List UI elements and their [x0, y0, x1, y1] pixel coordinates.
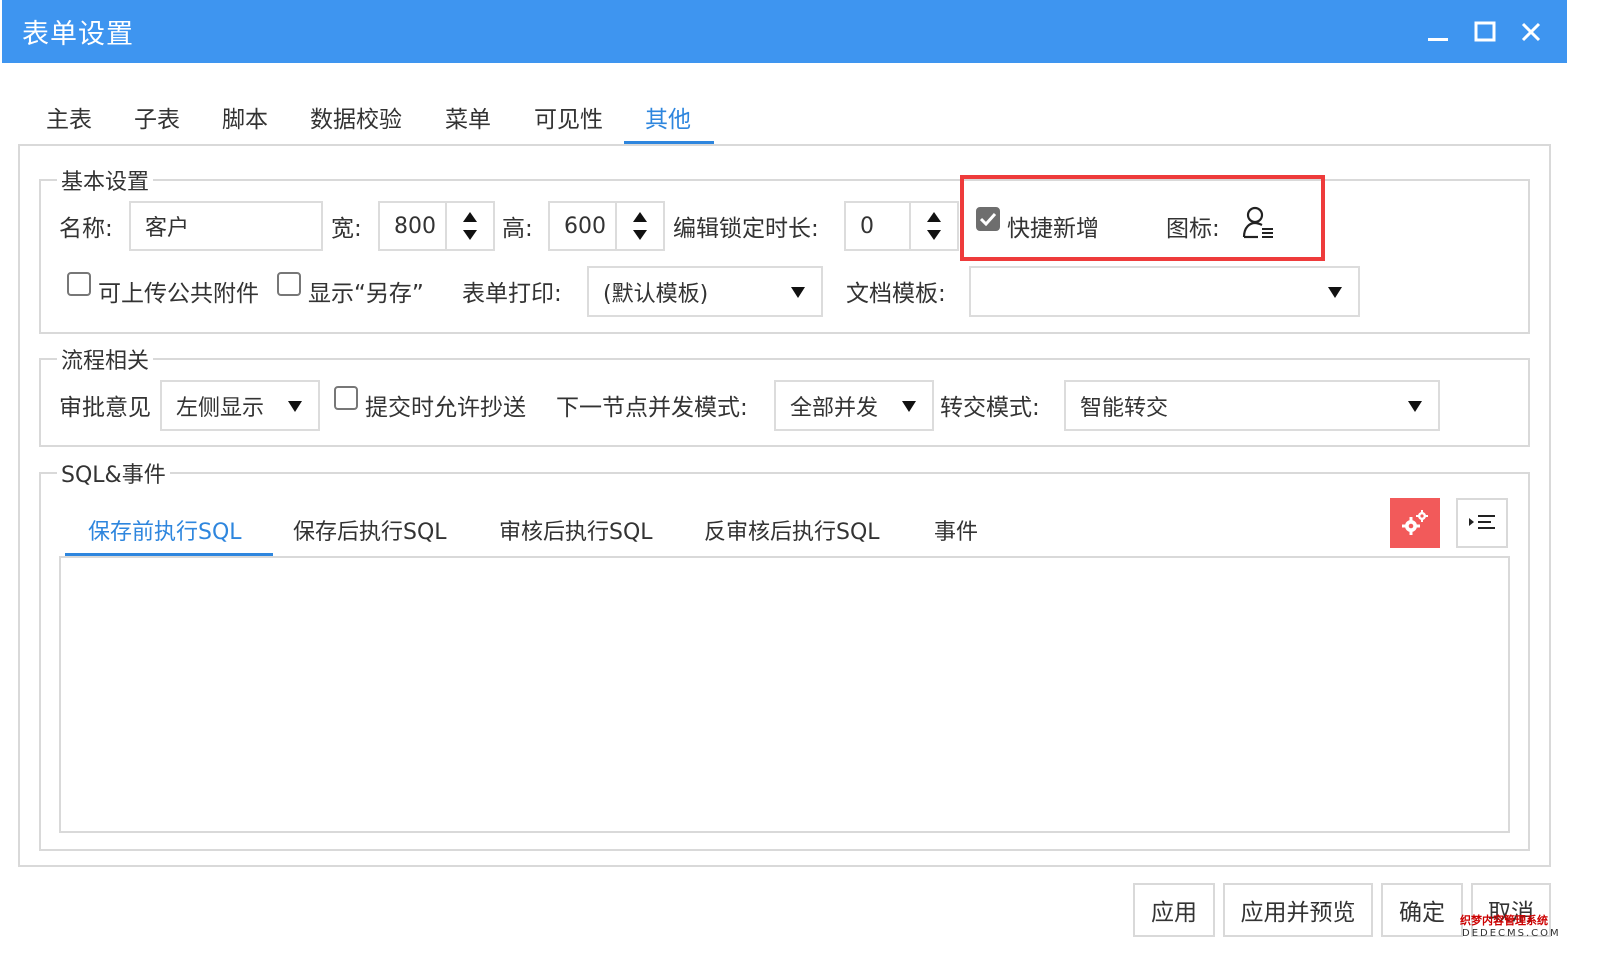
name-value: 客户: [145, 216, 190, 241]
settings-gears-button[interactable]: [1390, 498, 1440, 548]
width-label: 宽:: [331, 216, 362, 242]
lock-duration-label: 编辑锁定时长:: [673, 216, 819, 242]
minimize-icon[interactable]: [1420, 14, 1456, 50]
width-value: 800: [394, 213, 436, 239]
spin-down-icon[interactable]: [463, 230, 477, 240]
form-print-select[interactable]: (默认模板): [587, 266, 823, 317]
name-label: 名称:: [59, 216, 113, 242]
show-saveas-label: 显示“另存”: [308, 281, 424, 307]
window-title: 表单设置: [22, 19, 134, 50]
tab-after-audit-sql[interactable]: 审核后执行SQL: [499, 514, 653, 546]
quick-add-checkbox[interactable]: [976, 207, 1000, 231]
indent-list-icon: [1469, 515, 1495, 529]
spin-down-icon[interactable]: [633, 230, 647, 240]
show-saveas-checkbox[interactable]: [277, 272, 301, 296]
basic-settings-legend: 基本设置: [61, 170, 150, 195]
dropdown-arrow-icon: [791, 286, 805, 298]
lock-spin-arrows[interactable]: [909, 203, 957, 249]
tab-after-unaudit-sql[interactable]: 反审核后执行SQL: [704, 514, 880, 546]
title-bar: [2, 0, 1567, 63]
form-print-value: (默认模板): [603, 281, 709, 307]
doc-template-label: 文档模板:: [846, 281, 946, 307]
form-print-label: 表单打印:: [462, 281, 562, 307]
tab-script[interactable]: 脚本: [222, 100, 268, 134]
apply-button[interactable]: 应用: [1133, 883, 1215, 937]
tab-main-table[interactable]: 主表: [46, 100, 92, 134]
height-spinner[interactable]: 600: [548, 201, 665, 251]
tab-other[interactable]: 其他: [645, 100, 691, 134]
format-button[interactable]: [1456, 498, 1508, 548]
next-node-mode-select[interactable]: 全部并发: [774, 380, 934, 431]
next-node-mode-label: 下一节点并发模式:: [556, 395, 748, 421]
sql-events-legend: SQL&事件: [61, 463, 166, 488]
tab-events[interactable]: 事件: [934, 514, 978, 546]
next-node-mode-value: 全部并发: [790, 395, 879, 421]
height-spin-arrows[interactable]: [615, 203, 663, 249]
tab-menu[interactable]: 菜单: [445, 100, 491, 134]
width-spin-arrows[interactable]: [445, 203, 493, 249]
allow-cc-checkbox[interactable]: [334, 386, 358, 410]
transfer-mode-value: 智能转交: [1080, 395, 1169, 421]
dropdown-arrow-icon: [288, 400, 302, 412]
spin-up-icon[interactable]: [463, 212, 477, 222]
doc-template-select[interactable]: [969, 266, 1360, 317]
apply-preview-button[interactable]: 应用并预览: [1223, 883, 1373, 937]
upload-attachment-label: 可上传公共附件: [98, 281, 259, 307]
icon-label: 图标:: [1166, 216, 1220, 242]
dropdown-arrow-icon: [1408, 400, 1422, 412]
tab-after-save-sql[interactable]: 保存后执行SQL: [293, 514, 447, 546]
sql-editor[interactable]: [59, 556, 1510, 833]
tab-before-save-sql[interactable]: 保存前执行SQL: [88, 514, 242, 546]
height-value: 600: [564, 213, 606, 239]
spin-up-icon[interactable]: [633, 212, 647, 222]
check-icon: [980, 212, 996, 226]
approval-opinion-value: 左侧显示: [176, 395, 265, 421]
ok-button[interactable]: 确定: [1381, 883, 1463, 937]
lock-duration-value: 0: [860, 213, 874, 239]
approval-opinion-select[interactable]: 左侧显示: [160, 380, 320, 431]
maximize-icon[interactable]: [1467, 14, 1503, 50]
name-input[interactable]: 客户: [129, 201, 323, 251]
gears-icon: [1402, 510, 1428, 535]
watermark-url: DEDECMS.COM: [1462, 928, 1561, 939]
tab-sub-table[interactable]: 子表: [134, 100, 180, 134]
transfer-mode-select[interactable]: 智能转交: [1064, 380, 1440, 431]
width-spinner[interactable]: 800: [378, 201, 495, 251]
watermark-text: 织梦内容管理系统: [1460, 914, 1548, 927]
allow-cc-label: 提交时允许抄送: [365, 395, 526, 421]
height-label: 高:: [502, 216, 533, 242]
dropdown-arrow-icon: [902, 400, 916, 412]
tab-data-validation[interactable]: 数据校验: [310, 100, 402, 134]
spin-up-icon[interactable]: [927, 212, 941, 222]
spin-down-icon[interactable]: [927, 230, 941, 240]
dropdown-arrow-icon: [1328, 286, 1342, 298]
approval-opinion-label: 审批意见: [59, 395, 151, 421]
close-icon[interactable]: [1513, 14, 1549, 50]
transfer-mode-label: 转交模式:: [940, 395, 1040, 421]
flow-legend: 流程相关: [61, 349, 150, 374]
quick-add-label: 快捷新增: [1007, 216, 1099, 242]
user-list-icon[interactable]: [1241, 205, 1277, 245]
lock-duration-spinner[interactable]: 0: [844, 201, 959, 251]
upload-attachment-checkbox[interactable]: [67, 272, 91, 296]
tab-visibility[interactable]: 可见性: [534, 100, 603, 134]
